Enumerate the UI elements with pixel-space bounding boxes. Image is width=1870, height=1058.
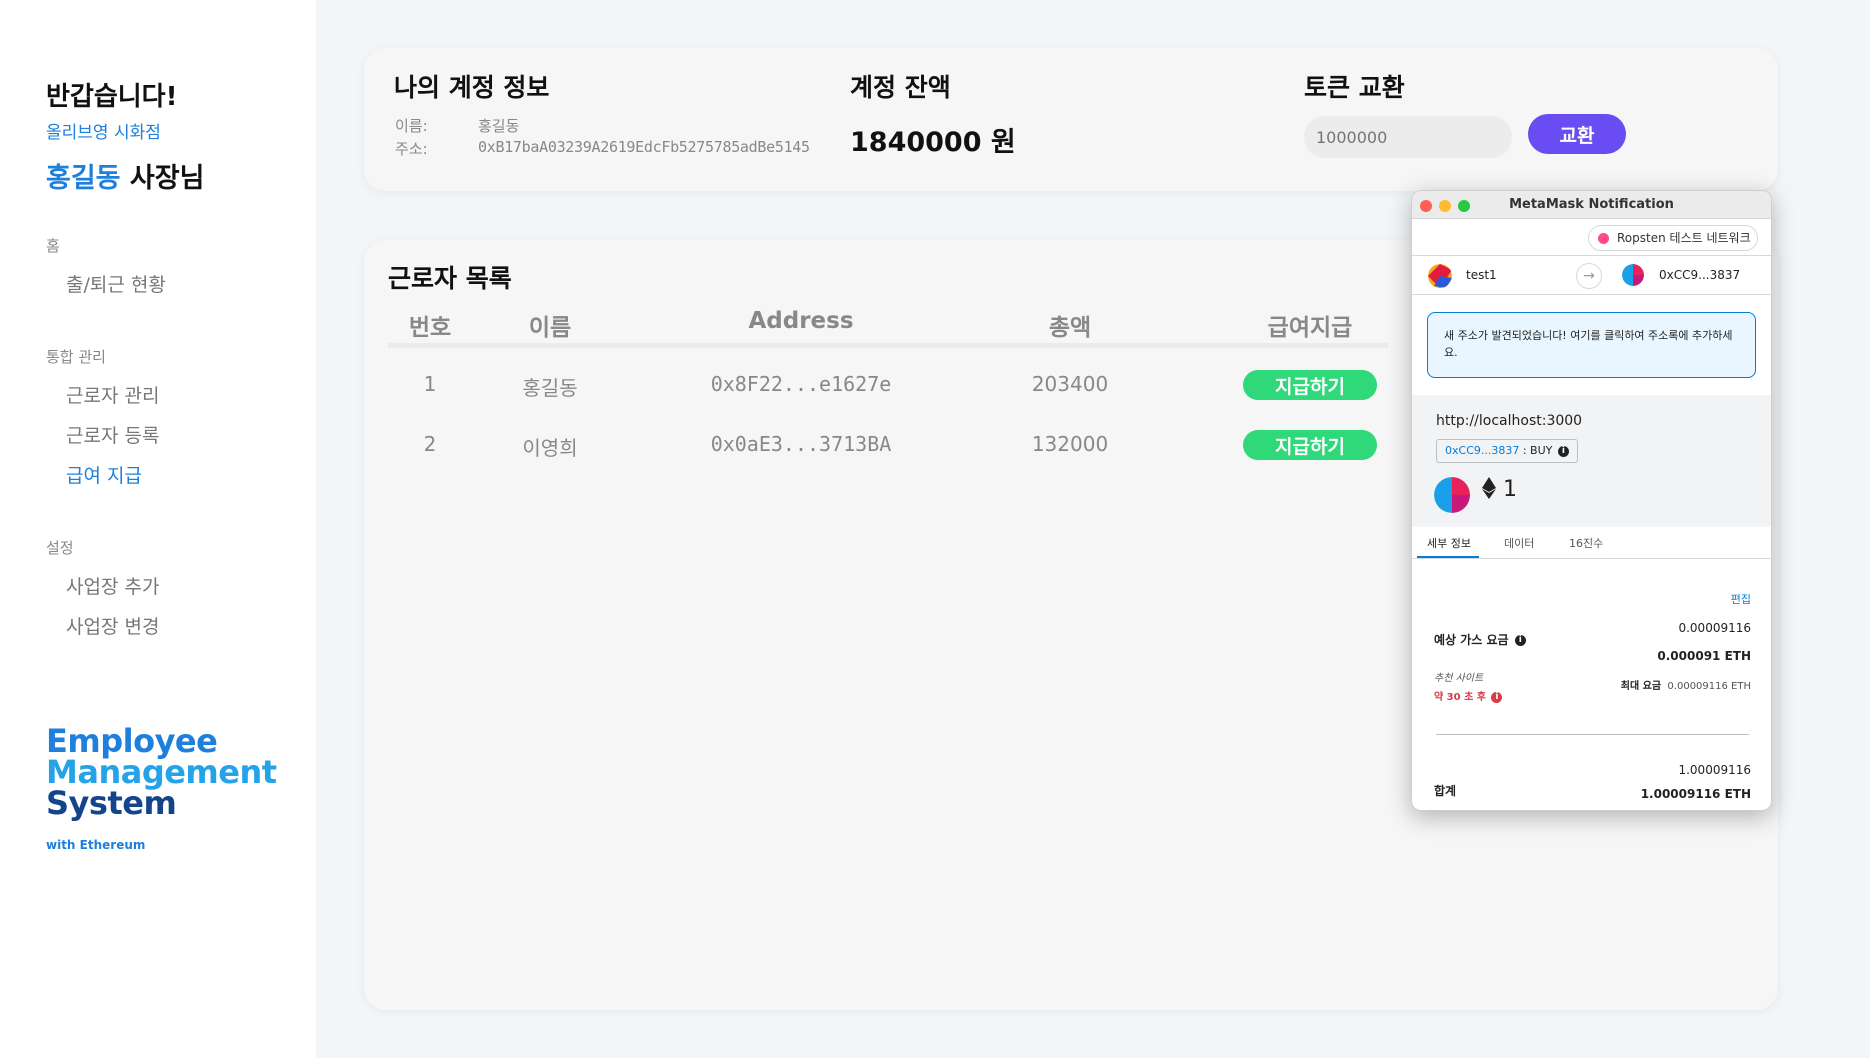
new-address-notice[interactable]: 새 주소가 발견되었습니다! 여기를 클릭하여 주소록에 추가하세요. [1427, 312, 1756, 378]
total-value: 1.00009116 [1678, 763, 1751, 777]
max-fee: 최대 요금 0.00009116 ETH [1621, 677, 1751, 692]
edit-link[interactable]: 편집 [1731, 591, 1751, 607]
col-number: 번호 [408, 315, 452, 341]
to-avatar-icon [1622, 264, 1644, 286]
method-address[interactable]: 0xCC9...3837 [1445, 444, 1519, 457]
sidebar: 반갑습니다! 올리브영 시화점 홍길동 사장님 홈 출/퇴근 현황 통합 관리 … [0, 0, 316, 1058]
cell-total: 203400 [1031, 372, 1109, 396]
cell-total: 132000 [1031, 432, 1109, 456]
owner-title: 홍길동 사장님 [46, 156, 204, 195]
address-value: 0xB17baA03239A2619EdcFb5275785adBe5145 [478, 138, 810, 156]
sidebar-item-workers[interactable]: 근로자 관리 [66, 381, 159, 408]
col-address: Address [748, 308, 854, 334]
pay-button[interactable]: 지급하기 [1243, 430, 1377, 460]
balance-value: 1840000 원 [850, 127, 1016, 158]
table-row: 1 홍길동 0x8F22...e1627e 203400 지급하기 [388, 362, 1388, 412]
network-selector[interactable]: Ropsten 테스트 네트워크 [1588, 225, 1758, 251]
store-name: 올리브영 시화점 [46, 123, 161, 143]
swap-title: 토큰 교환 [1304, 73, 1405, 102]
account-title: 나의 계정 정보 [394, 73, 550, 102]
max-fee-label: 최대 요금 [1620, 681, 1662, 692]
account-card: 나의 계정 정보 이름: 홍길동 주소: 0xB17baA03239A2619E… [364, 48, 1778, 191]
table-header: 번호 이름 Address 총액 급여지급 [388, 308, 1388, 348]
to-account-address: 0xCC9...3837 [1659, 268, 1741, 282]
amount-display: 1 [1482, 477, 1517, 502]
owner-name: 홍길동 [46, 163, 121, 194]
table-row: 2 이영희 0x0aE3...3713BA 132000 지급하기 [388, 422, 1388, 472]
sidebar-item-register[interactable]: 근로자 등록 [66, 421, 159, 448]
section-settings: 설정 [46, 539, 74, 557]
swap-button[interactable]: 교환 [1528, 114, 1626, 154]
token-avatar-icon [1434, 477, 1470, 513]
method-badge: 0xCC9...3837 : BUY i [1436, 439, 1578, 463]
cell-address: 0x8F22...e1627e [710, 372, 892, 396]
sidebar-item-attendance[interactable]: 출/퇴근 현황 [66, 270, 166, 297]
info-icon[interactable]: i [1557, 445, 1569, 457]
cell-name: 이영희 [522, 436, 578, 460]
method-name: : BUY [1519, 444, 1553, 457]
logo-subtitle: with Ethereum [46, 838, 146, 852]
name-value: 홍길동 [478, 117, 520, 135]
col-total: 총액 [1048, 315, 1092, 341]
metamask-window: MetaMask Notification Ropsten 테스트 네트워크 t… [1411, 190, 1772, 811]
network-label: Ropsten 테스트 네트워크 [1617, 231, 1751, 245]
worker-list-title: 근로자 목록 [388, 264, 512, 293]
time-estimate-text: 약 30 초 후 [1434, 692, 1486, 703]
active-tab-indicator [1417, 556, 1479, 558]
cell-name: 홍길동 [522, 376, 578, 400]
window-title: MetaMask Notification [1509, 197, 1674, 212]
sidebar-item-change-site[interactable]: 사업장 변경 [66, 612, 159, 639]
app-logo: Employee Management System [46, 725, 277, 822]
address-label: 주소: [395, 140, 428, 158]
swap-amount-input[interactable] [1304, 116, 1512, 158]
total-label: 합계 [1434, 784, 1457, 798]
gas-fee-value: 0.00009116 [1678, 621, 1751, 635]
arrow-right-icon: → [1576, 263, 1602, 289]
origin-url: http://localhost:3000 [1436, 413, 1583, 429]
network-dot-icon [1598, 233, 1609, 244]
pay-button[interactable]: 지급하기 [1243, 370, 1377, 400]
gas-fee-label-text: 예상 가스 요금 [1434, 633, 1509, 647]
section-home: 홈 [46, 237, 60, 255]
gas-fee-label: 예상 가스 요금 i [1434, 631, 1526, 648]
cell-number: 1 [423, 372, 437, 396]
name-label: 이름: [395, 117, 428, 135]
owner-suffix: 사장님 [120, 163, 205, 194]
balance-title: 계정 잔액 [850, 73, 951, 102]
total-eth: 1.00009116 ETH [1640, 787, 1751, 801]
col-name: 이름 [528, 315, 572, 341]
info-icon[interactable]: i [1491, 691, 1503, 703]
cell-address: 0x0aE3...3713BA [710, 432, 892, 456]
greeting: 반갑습니다! [46, 82, 178, 112]
window-titlebar[interactable]: MetaMask Notification [1412, 191, 1771, 219]
divider [1436, 734, 1749, 735]
col-payment: 급여지급 [1267, 315, 1353, 341]
sidebar-item-add-site[interactable]: 사업장 추가 [66, 572, 159, 599]
tab-hex[interactable]: 16진수 [1569, 535, 1603, 551]
site-suggestion-label: 추천 사이트 [1434, 673, 1484, 684]
from-account-name: test1 [1466, 268, 1497, 282]
amount-value: 1 [1503, 477, 1517, 502]
logo-line-3: System [46, 784, 177, 822]
section-management: 통합 관리 [46, 348, 106, 366]
max-fee-value: 0.00009116 ETH [1667, 681, 1751, 692]
detail-tabs: 세부 정보 데이터 16진수 [1412, 529, 1771, 559]
sidebar-item-payroll[interactable]: 급여 지급 [66, 461, 142, 488]
tab-data[interactable]: 데이터 [1504, 535, 1534, 551]
from-avatar-icon [1428, 264, 1452, 288]
gas-fee-eth: 0.000091 ETH [1657, 649, 1751, 663]
time-estimate: 약 30 초 후 i [1434, 688, 1503, 703]
tab-details[interactable]: 세부 정보 [1427, 535, 1471, 551]
account-transfer-row: test1 → 0xCC9...3837 [1412, 255, 1771, 295]
info-icon[interactable]: i [1514, 635, 1526, 646]
ethereum-icon [1482, 477, 1496, 499]
cell-number: 2 [423, 432, 437, 456]
